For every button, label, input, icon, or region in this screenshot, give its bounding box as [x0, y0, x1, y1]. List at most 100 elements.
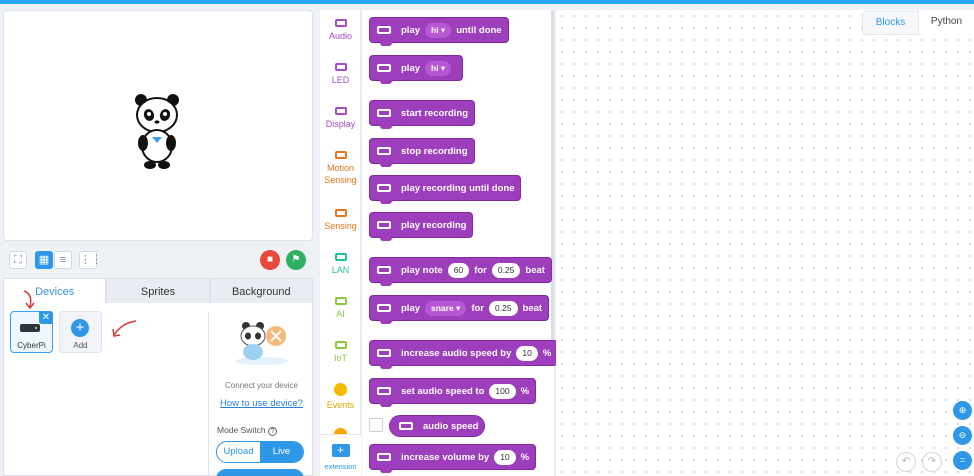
block-play-note[interactable]: play note 60 for 0.25 beat [369, 257, 552, 286]
cyberpi-block-icon [377, 387, 391, 395]
cyberpi-block-icon [377, 221, 391, 229]
grid-icon[interactable]: ⋮⋮ [79, 251, 102, 269]
cyberpi-block-icon [377, 266, 391, 274]
block-text: play note [401, 264, 443, 276]
cyberpi-device-icon [20, 324, 40, 332]
category-sensing[interactable]: Sensing [320, 209, 361, 232]
block-text: % [542, 347, 552, 359]
mode-switch-label: Mode Switch ? [217, 425, 278, 436]
add-extension-icon: + [331, 444, 350, 457]
add-label: Add [73, 341, 88, 350]
block-play-drum[interactable]: play snare ▾ for 0.25 beat [369, 295, 550, 324]
redo-icon[interactable]: ↷ [922, 452, 942, 472]
note-input[interactable]: 60 [447, 262, 470, 278]
tab-devices[interactable]: Devices [3, 278, 107, 304]
green-flag-button[interactable]: ⚑ [286, 250, 306, 270]
category-label: Audio [328, 31, 353, 41]
cyberpi-block-icon [377, 64, 391, 72]
category-motion-sensing[interactable]: Motion Sensing [320, 151, 361, 186]
category-label: Motion Sensing [324, 163, 357, 185]
category-led[interactable]: LED [320, 63, 361, 86]
zoom-out-icon[interactable]: ⊖ [953, 426, 972, 445]
block-start-recording[interactable]: start recording [369, 100, 476, 129]
category-ai[interactable]: AI [320, 297, 361, 320]
tab-background[interactable]: Background [209, 278, 313, 304]
block-text: until done [456, 24, 502, 36]
cyberpi-block-icon [377, 453, 391, 461]
speed-input[interactable]: 10 [516, 345, 538, 361]
help-icon[interactable]: ? [268, 427, 278, 436]
category-events[interactable]: Events [320, 383, 361, 411]
tab-blocks[interactable]: Blocks [862, 11, 919, 35]
block-text: audio speed [423, 420, 479, 432]
speed-input[interactable]: 100 [489, 383, 516, 399]
block-text: % [520, 385, 530, 397]
category-iot[interactable]: IoT [320, 341, 361, 364]
category-lan[interactable]: LAN [320, 253, 361, 276]
mode-upload-button[interactable]: Upload [217, 442, 260, 462]
connect-button[interactable] [216, 469, 304, 476]
list-icon[interactable]: ≡ [54, 251, 72, 269]
code-mode-toggle: Blocks Python [862, 11, 974, 35]
how-to-use-link[interactable]: How to use device? [210, 398, 313, 409]
block-text: beat [522, 302, 543, 314]
stage-canvas[interactable] [3, 10, 313, 241]
block-play-recording[interactable]: play recording [369, 212, 474, 241]
block-text: play [401, 24, 421, 36]
mode-live-button[interactable]: Live [260, 442, 303, 462]
beats-input[interactable]: 0.25 [489, 300, 518, 316]
plus-icon: + [71, 319, 89, 337]
block-text: play recording until done [401, 182, 515, 194]
category-label: LED [331, 75, 350, 85]
sound-dropdown[interactable]: hi ▾ [425, 60, 452, 76]
block-play-until-done[interactable]: play hi ▾ until done [369, 17, 509, 46]
category-label: AI [336, 309, 345, 319]
zoom-reset-icon[interactable]: = [953, 451, 972, 470]
audio-icon [334, 19, 347, 27]
panel-divider [208, 312, 209, 476]
undo-icon[interactable]: ↶ [896, 452, 916, 472]
display-icon [334, 107, 347, 115]
iot-icon [334, 341, 347, 349]
block-text: stop recording [401, 145, 468, 157]
block-increase-audio-speed[interactable]: increase audio speed by 10 % [369, 340, 559, 369]
category-label: Sensing [324, 221, 357, 231]
cyberpi-block-icon [377, 304, 391, 312]
extension-button[interactable]: + extension [320, 444, 361, 473]
beats-input[interactable]: 0.25 [491, 262, 521, 278]
script-workspace[interactable] [556, 10, 974, 476]
block-text: play recording [401, 219, 467, 231]
layout-icon[interactable]: ▦ [35, 251, 53, 269]
block-play[interactable]: play hi ▾ [369, 55, 464, 84]
block-text: start recording [401, 107, 469, 119]
tab-python[interactable]: Python [919, 11, 974, 35]
panda-sprite[interactable] [132, 93, 182, 171]
block-play-recording-until-done[interactable]: play recording until done [369, 175, 522, 204]
cyberpi-block-icon [377, 109, 391, 117]
block-text: increase volume by [401, 451, 490, 463]
block-audio-speed-reporter[interactable]: audio speed [389, 415, 486, 437]
category-label: Display [325, 119, 356, 129]
top-accent-bar [0, 0, 974, 4]
tab-sprites[interactable]: Sprites [106, 278, 210, 304]
palette-scrollbar[interactable] [551, 10, 554, 348]
cyberpi-block-icon [377, 147, 391, 155]
monitor-checkbox[interactable] [369, 418, 383, 432]
drum-dropdown[interactable]: snare ▾ [425, 300, 467, 316]
zoom-in-icon[interactable]: ⊕ [953, 401, 972, 420]
motion-sensing-icon [334, 151, 347, 159]
block-stop-recording[interactable]: stop recording [369, 138, 475, 167]
events-icon [334, 383, 347, 396]
close-icon[interactable]: ✕ [39, 311, 53, 324]
fullscreen-icon[interactable]: ⛶ [9, 251, 27, 269]
block-increase-volume[interactable]: increase volume by 10 % [369, 444, 537, 473]
category-audio[interactable]: Audio [320, 19, 361, 42]
block-text: set audio speed to [401, 385, 485, 397]
cyberpi-block-icon [399, 422, 413, 430]
block-set-audio-speed[interactable]: set audio speed to 100 % [369, 378, 537, 407]
stop-button[interactable]: ■ [260, 250, 280, 270]
sound-dropdown[interactable]: hi ▾ [425, 22, 452, 38]
sensing-icon [334, 209, 347, 217]
category-display[interactable]: Display [320, 107, 361, 130]
volume-input[interactable]: 10 [494, 449, 516, 465]
